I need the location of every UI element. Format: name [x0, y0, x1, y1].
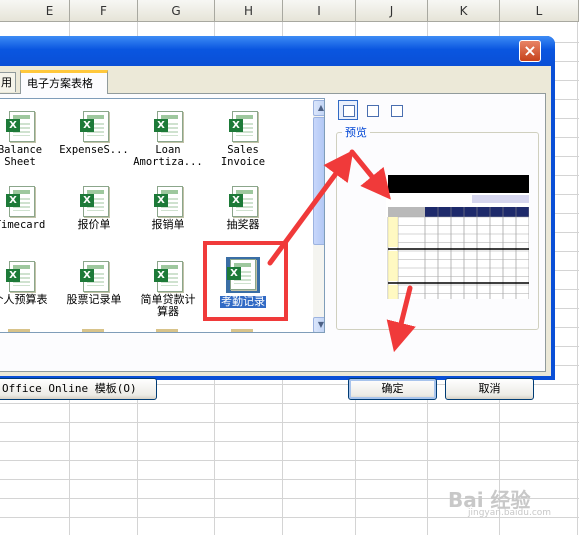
ok-button[interactable]: 确定 [348, 378, 437, 400]
chevron-down-icon: ▼ [317, 320, 325, 329]
template-item-timecard[interactable]: X Timecard [0, 184, 58, 231]
column-header-e[interactable]: E [0, 0, 70, 22]
column-header-label: L [535, 4, 543, 18]
template-label: ExpenseS... [59, 144, 129, 156]
excel-template-icon: X [79, 184, 109, 217]
column-header-j[interactable]: J [356, 0, 428, 22]
new-workbook-dialog: × 用 电子方案表格 X Balance Sheet X ExpenseS...… [0, 36, 555, 400]
tab-spreadsheet-solutions[interactable]: 电子方案表格 [20, 70, 108, 94]
preview-thumbnail-graphic [387, 175, 530, 299]
template-label: 报价单 [77, 218, 111, 231]
scroll-down-button[interactable]: ▼ [313, 317, 325, 332]
office-online-templates-button[interactable]: Office Online 模板(O) [0, 378, 157, 400]
excel-template-icon: X [5, 109, 35, 142]
template-label: 股票记录单 [66, 293, 122, 306]
list-icon [367, 105, 379, 117]
column-header-label: E [45, 4, 54, 18]
grid-line [0, 403, 579, 404]
template-item-loan-calculator[interactable]: X 简单贷款计 算器 [130, 259, 206, 318]
column-header-f[interactable]: F [70, 0, 138, 22]
column-header-label: I [317, 4, 321, 18]
template-label: 个人预算表 [0, 293, 48, 306]
template-label: 抽奖器 [226, 218, 260, 231]
large-icons-icon [343, 105, 355, 117]
tab-label: 电子方案表格 [27, 77, 93, 90]
close-icon: × [523, 41, 537, 60]
tab-general[interactable]: 用 [0, 72, 16, 92]
template-label: 简单贷款计 算器 [140, 293, 196, 318]
template-label: Balance Sheet [0, 144, 43, 168]
grid-line [0, 422, 579, 423]
column-header-g[interactable]: G [138, 0, 215, 22]
button-label: 确定 [381, 382, 404, 395]
template-item-lottery[interactable]: X 抽奖器 [205, 184, 281, 231]
excel-template-icon: X [153, 184, 183, 217]
close-button[interactable]: × [519, 40, 541, 62]
grid-line [0, 441, 579, 442]
column-header-i[interactable]: I [283, 0, 356, 22]
annotation-highlight-box [203, 241, 288, 321]
preview-group: 预览 [336, 124, 539, 330]
dialog-title-bar[interactable]: × [0, 36, 555, 66]
excel-template-icon: X [5, 184, 35, 217]
template-label: Sales Invoice [220, 144, 266, 168]
template-label: Timecard [0, 219, 46, 231]
column-header-l[interactable]: L [500, 0, 579, 22]
button-label: Office Online 模板(O) [2, 382, 137, 395]
excel-template-icon: X [79, 259, 109, 292]
tab-panel: X Balance Sheet X ExpenseS... X Loan Amo… [0, 93, 546, 400]
excel-template-icon: X [228, 109, 258, 142]
excel-template-icon: X [153, 259, 183, 292]
template-item-balance-sheet[interactable]: X Balance Sheet [0, 109, 58, 168]
column-header-h[interactable]: H [215, 0, 283, 22]
template-item-expense-statement[interactable]: X ExpenseS... [56, 109, 132, 156]
template-label: 报销单 [151, 218, 185, 231]
excel-template-icon: X [153, 109, 183, 142]
grid-line [0, 460, 579, 461]
chevron-up-icon: ▲ [317, 103, 325, 112]
excel-template-icon: X [228, 184, 258, 217]
details-icon [391, 105, 403, 117]
attendance-preview-thumbnail [386, 175, 530, 299]
template-row-partial [0, 329, 310, 332]
preview-label: 预览 [342, 124, 370, 140]
grid-line [0, 479, 579, 480]
column-header-label: H [243, 4, 254, 18]
scroll-thumb[interactable] [313, 117, 324, 245]
template-list-scrollbar[interactable]: ▲ ▼ [313, 100, 325, 332]
template-item-sales-invoice[interactable]: X Sales Invoice [205, 109, 281, 168]
column-header-k[interactable]: K [428, 0, 500, 22]
excel-template-icon: X [79, 109, 109, 142]
column-header-label: J [389, 4, 394, 18]
large-icons-view-button[interactable] [338, 100, 358, 120]
template-item-quotation[interactable]: X 报价单 [56, 184, 132, 231]
list-view-button[interactable] [362, 100, 382, 120]
column-header-label: G [171, 4, 181, 18]
column-header-label: K [459, 4, 468, 18]
template-item-personal-budget[interactable]: X 个人预算表 [0, 259, 58, 306]
template-item-stock-record[interactable]: X 股票记录单 [56, 259, 132, 306]
details-view-button[interactable] [386, 100, 406, 120]
excel-template-icon: X [5, 259, 35, 292]
template-label: Loan Amortiza... [133, 144, 203, 168]
scroll-up-button[interactable]: ▲ [313, 100, 325, 116]
dialog-client-area: 用 电子方案表格 X Balance Sheet X ExpenseS... X… [0, 66, 551, 400]
cancel-button[interactable]: 取消 [445, 378, 534, 400]
template-item-loan-amortization[interactable]: X Loan Amortiza... [130, 109, 206, 168]
template-item-reimbursement[interactable]: X 报销单 [130, 184, 206, 231]
column-header-label: F [100, 4, 107, 18]
tab-label: 用 [1, 76, 12, 89]
button-label: 取消 [478, 382, 501, 395]
baidu-watermark: Bai 经验 [448, 488, 531, 512]
